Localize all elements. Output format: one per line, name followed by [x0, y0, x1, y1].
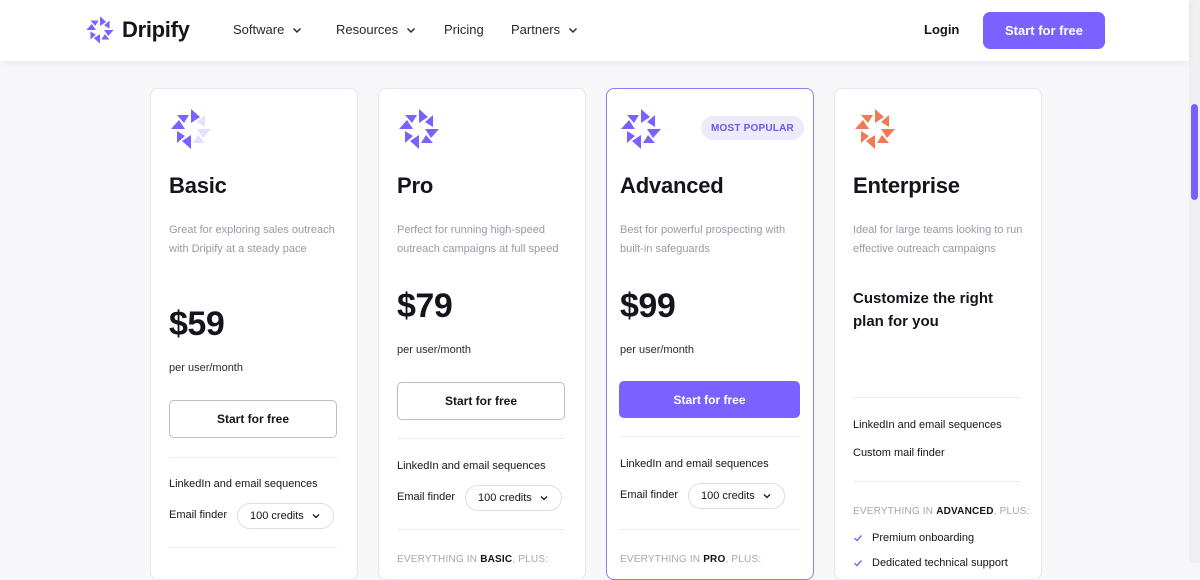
nav-software-label: Software — [233, 22, 285, 37]
start-for-free-button[interactable]: Start for free — [983, 12, 1105, 49]
login-link[interactable]: Login — [924, 22, 959, 37]
chevron-down-icon — [763, 494, 771, 499]
dripify-logo-icon — [399, 109, 439, 149]
chevron-down-icon — [407, 27, 416, 33]
chevron-down-icon — [293, 27, 302, 33]
nav-resources[interactable]: Resources — [336, 22, 416, 37]
feature-item: LinkedIn and email sequences — [397, 460, 546, 472]
divider — [620, 436, 800, 437]
plan-card-basic: Basic Great for exploring sales outreach… — [150, 88, 358, 580]
extra-feature-item: Premium onboarding — [853, 532, 974, 544]
email-finder-label: Email finder — [169, 509, 228, 521]
feature-item: LinkedIn and email sequences — [169, 478, 318, 490]
plan-period: per user/month — [397, 344, 471, 356]
divider — [169, 457, 337, 458]
chevron-down-icon — [569, 27, 578, 33]
basic-start-for-free-button[interactable]: Start for free — [169, 400, 337, 438]
most-popular-badge: MOST POPULAR — [701, 116, 804, 140]
plan-period: per user/month — [620, 344, 694, 356]
feature-item: Custom mail finder — [853, 447, 945, 459]
chevron-down-icon — [540, 496, 548, 501]
feature-item: LinkedIn and email sequences — [620, 458, 769, 470]
plan-description: Perfect for running high-speed outreach … — [397, 224, 559, 255]
email-finder-label: Email finder — [620, 489, 679, 501]
credits-value: 100 credits — [701, 490, 755, 502]
feature-item: LinkedIn and email sequences — [853, 419, 1002, 431]
divider — [620, 529, 800, 530]
everything-in-label: EVERYTHING IN BASIC, PLUS: — [397, 554, 549, 565]
extra-feature-item: Dedicated technical support — [853, 557, 1008, 569]
everything-in-label: EVERYTHING IN PRO, PLUS: — [620, 554, 762, 565]
extra-feature-label: Dedicated technical support — [872, 557, 1008, 569]
nav-partners[interactable]: Partners — [511, 22, 578, 37]
credits-dropdown[interactable]: 100 credits — [465, 485, 562, 511]
plan-price: $59 — [169, 305, 225, 343]
page-scrollbar[interactable] — [1189, 0, 1200, 563]
nav-resources-label: Resources — [336, 22, 399, 37]
everything-in-label: EVERYTHING IN ADVANCED, PLUS: — [853, 506, 1030, 517]
plan-name: Pro — [397, 173, 434, 198]
dripify-logo-icon-orange — [855, 109, 895, 149]
plan-card-pro: Pro Perfect for running high-speed outre… — [378, 88, 586, 580]
plan-name: Enterprise — [853, 173, 960, 198]
credits-dropdown[interactable]: 100 credits — [688, 483, 785, 509]
plan-card-enterprise: Enterprise Ideal for large teams looking… — [834, 88, 1042, 580]
chevron-down-icon — [312, 514, 320, 519]
nav-pricing-label: Pricing — [444, 22, 484, 37]
nav-pricing[interactable]: Pricing — [444, 22, 484, 37]
dripify-logo-icon — [621, 109, 661, 149]
scrollbar-thumb[interactable] — [1191, 104, 1198, 200]
credits-dropdown[interactable]: 100 credits — [237, 503, 334, 529]
divider — [853, 397, 1021, 398]
plan-price: $79 — [397, 287, 453, 325]
nav-software[interactable]: Software — [233, 22, 302, 37]
credits-value: 100 credits — [250, 510, 304, 522]
plan-card-advanced: MOST POPULAR Advanced Best for powerful … — [606, 88, 814, 580]
nav-partners-label: Partners — [511, 22, 561, 37]
plan-description: Best for powerful prospecting with built… — [620, 224, 786, 255]
top-navigation-bar: Dripify Software Resources Pricing Partn… — [0, 0, 1189, 61]
extra-feature-label: Premium onboarding — [872, 532, 975, 544]
plan-name: Basic — [169, 173, 227, 198]
plan-price: $99 — [620, 287, 676, 325]
checkmark-icon — [854, 535, 863, 542]
brand-name: Dripify — [122, 17, 190, 42]
customize-plan-text: Customize the right plan for you — [853, 290, 994, 330]
divider — [397, 529, 565, 530]
brand-logo[interactable]: Dripify — [85, 15, 190, 45]
plan-name: Advanced — [620, 173, 724, 198]
credits-value: 100 credits — [478, 492, 532, 504]
divider — [397, 438, 565, 439]
email-finder-label: Email finder — [397, 491, 456, 503]
checkmark-icon — [854, 560, 863, 567]
dripify-logo-icon — [171, 109, 211, 149]
plan-period: per user/month — [169, 362, 243, 374]
plan-description: Ideal for large teams looking to run eff… — [853, 224, 1023, 255]
plan-description: Great for exploring sales outreach with … — [169, 224, 335, 255]
divider — [169, 547, 337, 548]
dripify-logo-icon — [86, 16, 114, 44]
pro-start-for-free-button[interactable]: Start for free — [397, 382, 565, 420]
advanced-start-for-free-button[interactable]: Start for free — [619, 381, 800, 418]
divider — [853, 481, 1021, 482]
